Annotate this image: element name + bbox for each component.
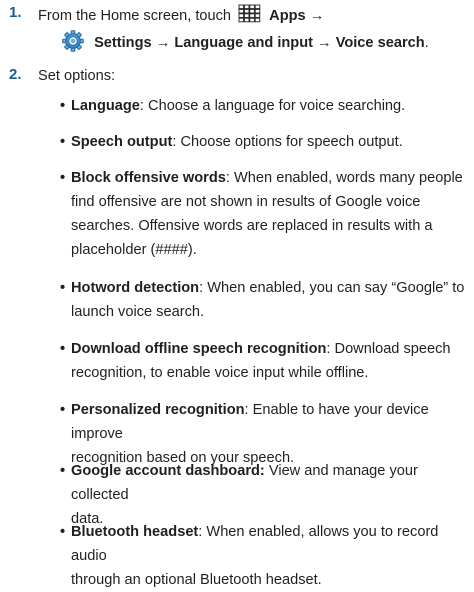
option-desc-line: find offensive are not shown in results …: [71, 194, 421, 210]
bullet: •: [60, 341, 66, 357]
option-desc-line: placeholder (####).: [71, 242, 197, 258]
bullet: •: [60, 134, 66, 150]
step-number: 2.: [9, 66, 22, 83]
step-1-line-1: From the Home screen, touch Apps →: [38, 4, 324, 26]
settings-path: → Language and input → Voice search: [155, 35, 425, 51]
settings-gear-icon: [62, 30, 84, 52]
option-term: Bluetooth headset: [71, 524, 199, 540]
list-item: • Bluetooth headset: When enabled, allow…: [60, 520, 470, 592]
option-term: Personalized recognition: [71, 402, 245, 418]
bullet: •: [60, 280, 66, 296]
option-desc: When enabled, words many people: [229, 170, 463, 186]
option-desc: Download speech: [330, 341, 451, 357]
option-term: Google account dashboard:: [71, 463, 265, 479]
option-term: Hotword detection: [71, 280, 200, 296]
list-item: • Hotword detection: When enabled, you c…: [60, 276, 470, 324]
option-desc: When enabled, you can say “Google” to: [203, 280, 465, 296]
bullet: •: [60, 170, 66, 186]
option-desc-line: recognition, to enable voice input while…: [71, 365, 369, 381]
option-term: Download offline speech recognition: [71, 341, 327, 357]
apps-label: Apps: [269, 8, 306, 24]
apps-grid-icon: [238, 4, 261, 23]
option-desc: Choose a language for voice searching.: [143, 98, 406, 114]
step-2-text: Set options:: [38, 68, 116, 84]
step-number: 1.: [9, 4, 22, 21]
settings-label: Settings: [94, 35, 152, 51]
option-desc-line: searches. Offensive words are replaced i…: [71, 218, 433, 234]
list-item: • Speech output: Choose options for spee…: [60, 130, 470, 154]
bullet: •: [60, 402, 66, 418]
step-1-text: From the Home screen, touch: [38, 8, 232, 24]
list-item: • Download offline speech recognition: D…: [60, 337, 470, 385]
bullet: •: [60, 98, 66, 114]
step-1-line-2: Settings → Language and input → Voice se…: [62, 30, 429, 53]
list-item: • Language: Choose a language for voice …: [60, 94, 470, 118]
option-term: Language: [71, 98, 140, 114]
list-item: • Block offensive words: When enabled, w…: [60, 166, 470, 262]
manual-page: 1. From the Home screen, touch Apps → Se…: [0, 0, 474, 588]
option-term: Speech output: [71, 134, 173, 150]
arrow: →: [309, 8, 325, 24]
option-desc-line: through an optional Bluetooth headset.: [71, 572, 322, 588]
option-desc: Choose options for speech output.: [176, 134, 403, 150]
option-desc-line: launch voice search.: [71, 304, 205, 320]
bullet: •: [60, 463, 66, 479]
bullet: •: [60, 524, 66, 540]
option-term: Block offensive words: [71, 170, 226, 186]
period: .: [424, 35, 429, 51]
